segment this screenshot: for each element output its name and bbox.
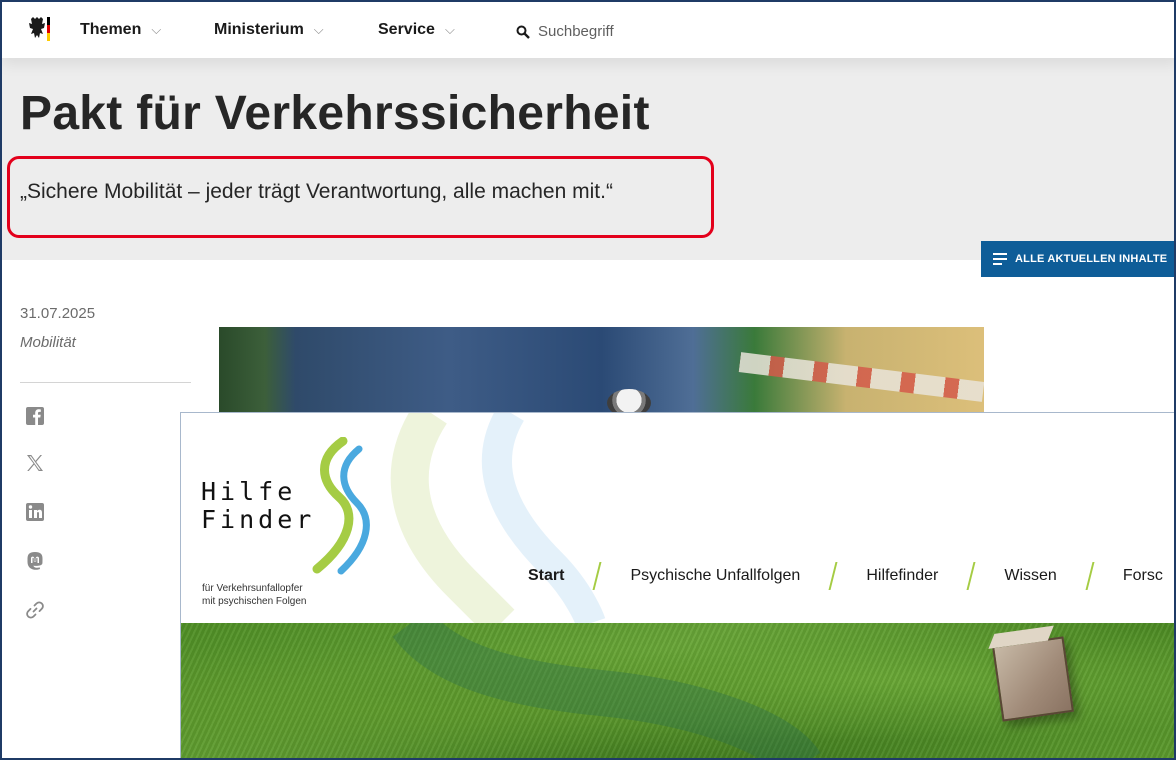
nav-service-label: Service — [378, 21, 435, 38]
photo-box-object — [992, 636, 1074, 722]
mastodon-icon[interactable] — [24, 550, 46, 572]
hilfefinder-nav: Start Psychische Unfallfolgen Hilfefinde… — [524, 562, 1167, 590]
search-field[interactable]: Suchbegriff — [516, 23, 614, 40]
nav-themen[interactable]: Themen ⌵ — [80, 21, 161, 39]
chevron-down-icon: ⌵ — [313, 22, 324, 37]
nav-service[interactable]: Service ⌵ — [378, 21, 455, 39]
window-frame: Themen ⌵ Ministerium ⌵ Service ⌵ Suchbeg… — [0, 0, 1176, 760]
article-photo — [219, 327, 984, 417]
chevron-down-icon: ⌵ — [151, 22, 162, 37]
highlight-annotation — [7, 156, 714, 238]
x-icon[interactable] — [24, 452, 46, 474]
logo-word-hilfe: Hilfe — [201, 477, 297, 506]
search-placeholder: Suchbegriff — [538, 23, 614, 40]
chevron-down-icon: ⌵ — [444, 22, 455, 37]
logo-word-finder: Finder — [201, 505, 316, 534]
logo-tagline-line2: mit psychischen Folgen — [202, 596, 307, 607]
nav-themen-label: Themen — [80, 21, 142, 38]
link-icon[interactable] — [24, 599, 46, 621]
publish-date: 31.07.2025 — [20, 305, 96, 322]
facebook-icon[interactable] — [24, 405, 46, 427]
nav-ministerium-label: Ministerium — [214, 21, 304, 38]
search-icon — [516, 25, 530, 39]
federal-eagle-icon[interactable] — [22, 16, 52, 42]
nav-separator — [1085, 562, 1095, 590]
hilfefinder-screenshot: Hilfe Finder für Verkehrsunfallopfer mit… — [180, 412, 1174, 758]
all-current-content-label: ALLE AKTUELLEN INHALTE — [1015, 253, 1168, 265]
hilfefinder-logo[interactable]: Hilfe Finder für Verkehrsunfallopfer mit… — [201, 437, 381, 607]
category-link[interactable]: Mobilität — [20, 334, 76, 351]
page-title: Pakt für Verkehrssicherheit — [20, 87, 650, 140]
all-current-content-button[interactable]: ALLE AKTUELLEN INHALTE — [981, 241, 1174, 277]
background-swoosh — [390, 413, 606, 623]
divider — [20, 382, 191, 383]
hf-nav-start[interactable]: Start — [524, 567, 568, 585]
nav-separator — [828, 562, 838, 590]
top-navigation: Themen ⌵ Ministerium ⌵ Service ⌵ Suchbeg… — [2, 2, 1174, 58]
list-icon — [993, 253, 1007, 265]
hf-nav-psychische-unfallfolgen[interactable]: Psychische Unfallfolgen — [626, 567, 804, 585]
photo-curb — [738, 352, 984, 402]
nav-separator — [966, 562, 976, 590]
hilfefinder-hero-image — [181, 623, 1174, 758]
hf-nav-wissen[interactable]: Wissen — [1000, 567, 1060, 585]
nav-separator — [592, 562, 602, 590]
logo-tagline-line1: für Verkehrsunfallopfer — [202, 583, 303, 594]
hf-nav-hilfefinder[interactable]: Hilfefinder — [862, 567, 942, 585]
linkedin-icon[interactable] — [24, 501, 46, 523]
nav-ministerium[interactable]: Ministerium ⌵ — [214, 21, 324, 39]
logo-tagline: für Verkehrsunfallopfer mit psychischen … — [202, 582, 307, 608]
hf-nav-forschung[interactable]: Forsc — [1119, 567, 1167, 585]
